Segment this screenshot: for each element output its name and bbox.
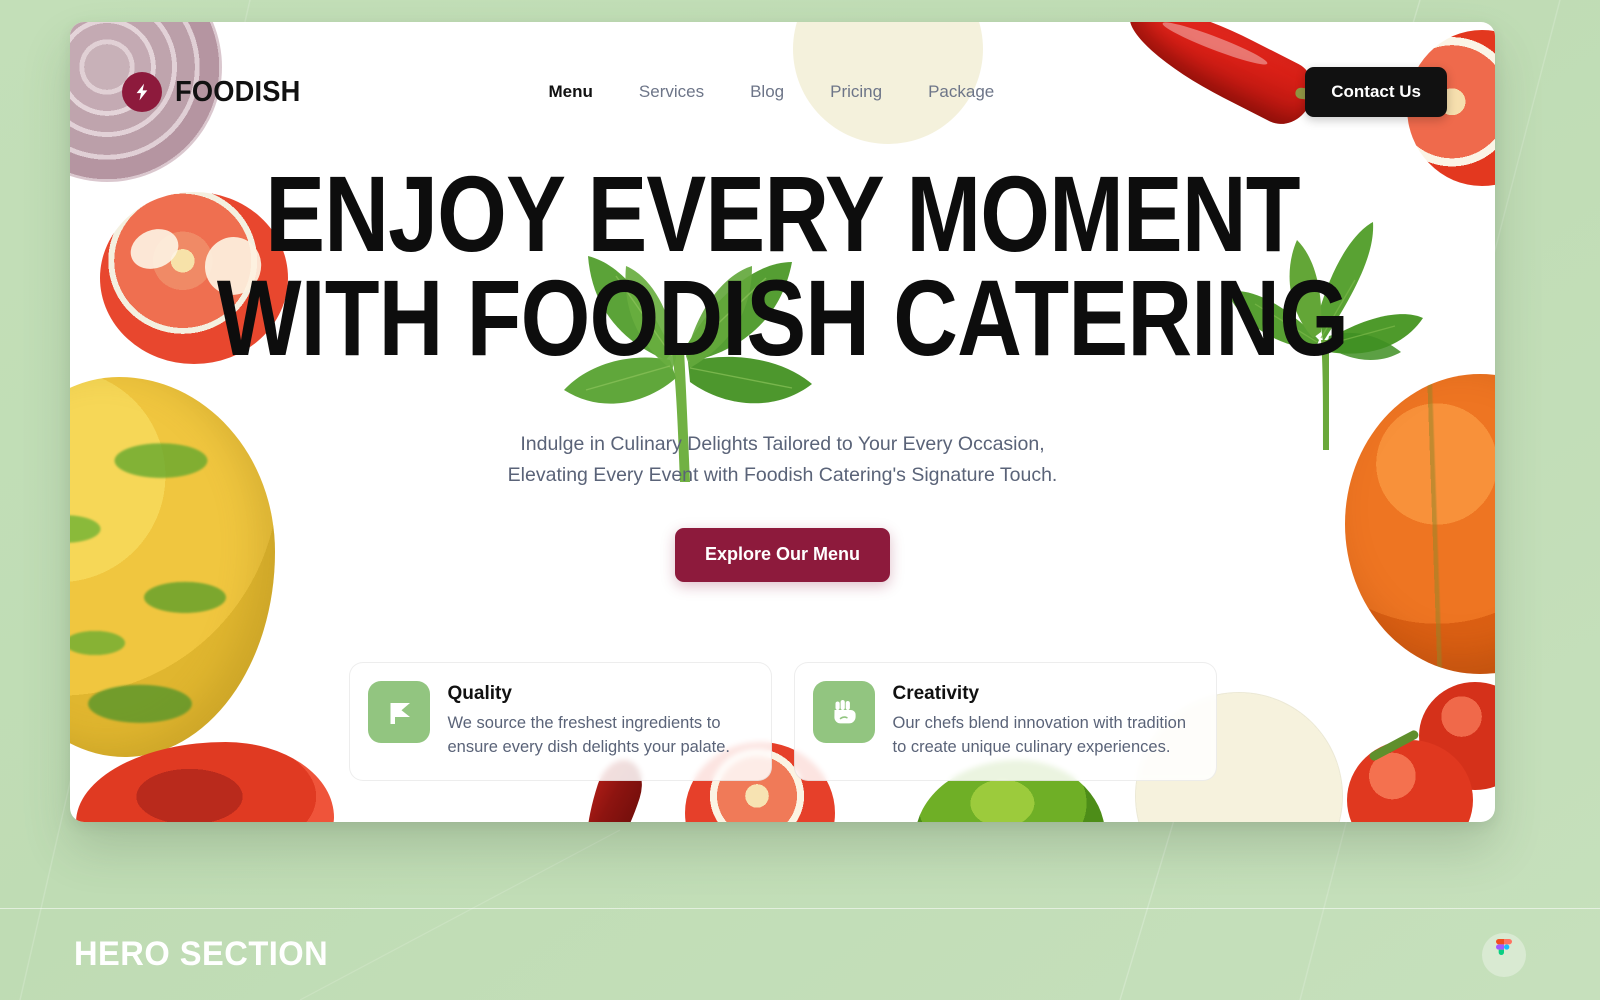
- feature-description-line-2: ensure every dish delights your palate.: [447, 737, 731, 756]
- hero-subtitle: Indulge in Culinary Delights Tailored to…: [70, 429, 1495, 489]
- lightning-bolt-icon: [122, 72, 162, 112]
- page-title: ENJOY EVERY MOMENT WITH FOODISH CATERING: [191, 160, 1374, 378]
- contact-us-button[interactable]: Contact Us: [1305, 67, 1447, 117]
- nav-item-pricing[interactable]: Pricing: [830, 82, 882, 102]
- nav-item-services[interactable]: Services: [639, 82, 704, 102]
- feature-card-body: Creativity Our chefs blend innovation wi…: [893, 681, 1196, 760]
- feature-description: Our chefs blend innovation with traditio…: [893, 712, 1196, 760]
- feature-card-body: Quality We source the freshest ingredien…: [448, 681, 751, 760]
- feature-title: Quality: [447, 683, 512, 704]
- nav-item-menu[interactable]: Menu: [549, 82, 593, 102]
- hero-section: ENJOY EVERY MOMENT WITH FOODISH CATERING…: [70, 160, 1495, 582]
- feature-title: Creativity: [892, 683, 980, 704]
- brand-logo[interactable]: FOODISH: [122, 72, 309, 112]
- section-label-bar: HERO SECTION: [0, 908, 1600, 1000]
- brand-name: FOODISH: [175, 75, 301, 108]
- feature-card-creativity[interactable]: Creativity Our chefs blend innovation wi…: [793, 662, 1217, 781]
- hero-title-line-1: ENJOY EVERY MOMENT: [265, 153, 1300, 274]
- feature-card-list: Quality We source the freshest ingredien…: [70, 662, 1495, 781]
- figma-logo-icon: [1482, 932, 1526, 977]
- page-canvas: FOODISH Menu Services Blog Pricing Packa…: [0, 0, 1600, 1000]
- hero-subtitle-line-2: Elevating Every Event with Foodish Cater…: [507, 463, 1058, 486]
- website-mockup-frame: FOODISH Menu Services Blog Pricing Packa…: [70, 22, 1495, 822]
- raised-fist-icon: [812, 681, 875, 743]
- main-navigation: Menu Services Blog Pricing Package: [549, 82, 995, 102]
- feature-description-line-1: We source the freshest ingredients to: [447, 714, 721, 732]
- feature-card-quality[interactable]: Quality We source the freshest ingredien…: [348, 662, 772, 781]
- feature-description: We source the freshest ingredients to en…: [448, 712, 751, 760]
- nav-item-package[interactable]: Package: [928, 82, 994, 102]
- hero-subtitle-line-1: Indulge in Culinary Delights Tailored to…: [520, 433, 1045, 456]
- section-label: HERO SECTION: [74, 935, 329, 973]
- explore-our-menu-button[interactable]: Explore Our Menu: [674, 527, 891, 582]
- nav-item-blog[interactable]: Blog: [750, 82, 784, 102]
- hero-title-line-2: WITH FOODISH CATERING: [216, 256, 1349, 378]
- flag-banner-icon: [367, 681, 430, 743]
- site-header: FOODISH Menu Services Blog Pricing Packa…: [70, 22, 1495, 162]
- feature-description-line-2: to create unique culinary experiences.: [892, 737, 1171, 756]
- feature-description-line-1: Our chefs blend innovation with traditio…: [892, 714, 1187, 732]
